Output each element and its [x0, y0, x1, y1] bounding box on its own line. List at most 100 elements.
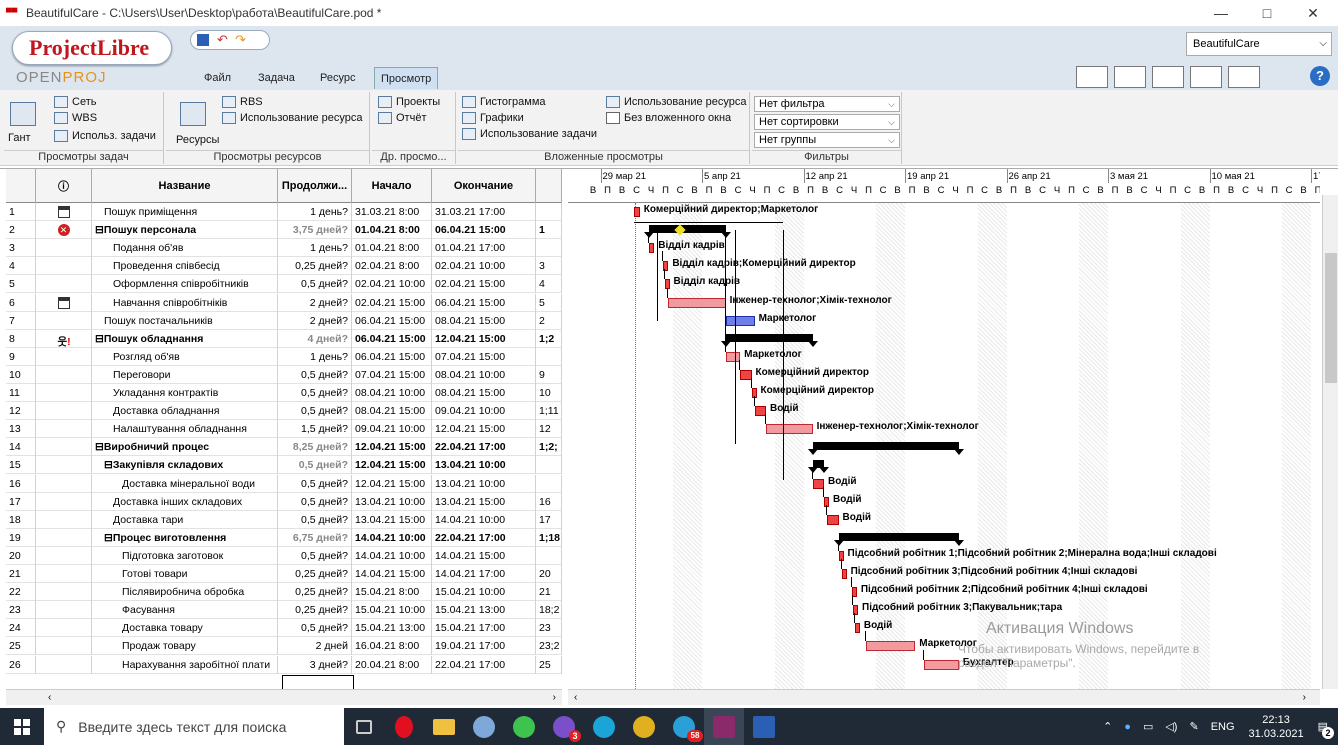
task-name-cell[interactable]: ⊟Пошук персонала	[92, 221, 278, 240]
row-id-cell[interactable]: 17	[6, 492, 36, 511]
task-bar[interactable]	[841, 569, 847, 579]
start-cell[interactable]: 14.04.21 10:00	[352, 546, 432, 565]
row-id-cell[interactable]: 6	[6, 293, 36, 312]
start-cell[interactable]: 31.03.21 8:00	[352, 203, 432, 221]
task-bar[interactable]	[725, 315, 755, 326]
task-name-cell[interactable]: ⊟Процес виготовлення	[92, 528, 278, 547]
table-row[interactable]: 9 Розгляд об'яв 1 день? 06.04.21 15:00 07.04…	[6, 347, 562, 366]
duration-cell[interactable]: 1 день?	[278, 239, 352, 258]
summary-bar[interactable]	[812, 442, 959, 451]
start-cell[interactable]: 20.04.21 8:00	[352, 655, 432, 674]
opera-icon[interactable]	[384, 708, 424, 745]
predecessors-cell[interactable]: 18;2	[536, 601, 562, 620]
predecessors-cell[interactable]: 4	[536, 275, 562, 294]
row-id-cell[interactable]: 21	[6, 565, 36, 583]
table-row[interactable]: 10 Переговори 0,5 дней? 07.04.21 15:00 08.04…	[6, 365, 562, 384]
task-name-cell[interactable]: Підготовка заготовок	[92, 546, 278, 565]
table-row[interactable]: 17 Доставка інших складових 0,5 дней? 13.04…	[6, 492, 562, 511]
table-row[interactable]: 3 Подання об'яв 1 день? 01.04.21 8:00 01.04.…	[6, 239, 562, 258]
table-row[interactable]: 4 Проведення співбесід 0,25 дней? 02.04.21 …	[6, 257, 562, 276]
predecessors-cell[interactable]: 3	[536, 257, 562, 276]
resource-view-icon[interactable]	[1190, 66, 1222, 88]
duration-cell[interactable]: 0,5 дней?	[278, 510, 352, 529]
start-cell[interactable]: 15.04.21 8:00	[352, 583, 432, 602]
summary-bar[interactable]	[648, 225, 726, 234]
indicator-cell[interactable]	[36, 347, 92, 366]
predecessors-cell[interactable]: 1;11	[536, 402, 562, 421]
network-icon[interactable]: ▭	[1143, 720, 1153, 733]
task-bar[interactable]	[866, 641, 916, 652]
predecessors-cell[interactable]: 23;2	[536, 637, 562, 656]
finish-cell[interactable]: 07.04.21 15:00	[432, 347, 536, 366]
finish-cell[interactable]: 08.04.21 10:00	[432, 365, 536, 384]
indicator-cell[interactable]	[36, 420, 92, 439]
finish-cell[interactable]: 22.04.21 17:00	[432, 655, 536, 674]
table-row[interactable]: 6 Навчання співробітніків 2 дней? 02.04.21 …	[6, 293, 562, 312]
summary-bar[interactable]	[725, 333, 813, 342]
start-cell[interactable]: 14.04.21 10:00	[352, 528, 432, 547]
col-finish[interactable]: Окончание	[432, 169, 536, 203]
menu-resource[interactable]: Ресурс	[314, 67, 361, 89]
start-cell[interactable]: 01.04.21 8:00	[352, 221, 432, 240]
indicator-cell[interactable]	[36, 275, 92, 294]
row-id-cell[interactable]: 10	[6, 365, 36, 384]
predecessors-cell[interactable]: 20	[536, 565, 562, 583]
task-name-cell[interactable]: Доставка товару	[92, 619, 278, 638]
finish-cell[interactable]: 31.03.21 17:00	[432, 203, 536, 221]
finish-cell[interactable]: 13.04.21 10:00	[432, 474, 536, 493]
col-name[interactable]: Название	[92, 169, 278, 203]
telegram-icon[interactable]: 58	[664, 708, 704, 745]
col-predecessors[interactable]	[536, 169, 562, 203]
row-id-cell[interactable]: 5	[6, 275, 36, 294]
duration-cell[interactable]: 6,75 дней?	[278, 528, 352, 547]
projects-button[interactable]: Проекты	[378, 96, 440, 108]
duration-cell[interactable]: 0,5 дней?	[278, 384, 352, 402]
predecessors-cell[interactable]: 1;2;	[536, 438, 562, 457]
finish-cell[interactable]: 01.04.21 17:00	[432, 239, 536, 258]
rbs-button[interactable]: RBS	[222, 96, 263, 108]
finish-cell[interactable]: 14.04.21 15:00	[432, 546, 536, 565]
predecessors-cell[interactable]	[536, 474, 562, 493]
row-id-cell[interactable]: 4	[6, 257, 36, 276]
duration-cell[interactable]: 1,5 дней?	[278, 420, 352, 439]
group-select[interactable]: Нет группы ⌵	[754, 132, 900, 148]
gantt-button[interactable]: Гант	[8, 132, 31, 144]
duration-cell[interactable]: 2 дней?	[278, 311, 352, 330]
task-name-cell[interactable]: Доставка обладнання	[92, 402, 278, 421]
task-usage-subview-button[interactable]: Использование задачи	[462, 128, 597, 140]
finish-cell[interactable]: 14.04.21 10:00	[432, 510, 536, 529]
notifications-icon[interactable]: ▤ 2	[1318, 720, 1334, 739]
summary-bar[interactable]	[838, 532, 959, 541]
start-cell[interactable]: 15.04.21 13:00	[352, 619, 432, 638]
task-bar[interactable]	[827, 514, 839, 525]
resource-usage-view-icon[interactable]	[1152, 66, 1184, 88]
collapse-toggle-icon[interactable]: ⊟	[104, 532, 113, 544]
predecessors-cell[interactable]: 1;18	[536, 528, 562, 547]
task-name-cell[interactable]: Пошук приміщення	[92, 203, 278, 221]
task-bar[interactable]	[725, 351, 741, 362]
task-bar[interactable]	[766, 424, 813, 435]
indicator-cell[interactable]	[36, 510, 92, 529]
start-cell[interactable]: 08.04.21 15:00	[352, 402, 432, 421]
task-name-cell[interactable]: Доставка тари	[92, 510, 278, 529]
indicator-cell[interactable]	[36, 637, 92, 656]
indicator-cell[interactable]	[36, 257, 92, 276]
row-id-cell[interactable]: 20	[6, 546, 36, 565]
finish-cell[interactable]: 13.04.21 15:00	[432, 492, 536, 511]
menu-view[interactable]: Просмотр	[374, 67, 439, 89]
row-id-cell[interactable]: 18	[6, 510, 36, 529]
finish-cell[interactable]: 15.04.21 13:00	[432, 601, 536, 620]
col-duration[interactable]: Продолжи...	[278, 169, 352, 203]
table-row[interactable]: 18 Доставка тари 0,5 дней? 13.04.21 15:00 14…	[6, 510, 562, 529]
predecessors-cell[interactable]	[536, 456, 562, 475]
table-row[interactable]: 2 ✕ ⊟Пошук персонала 3,75 дней? 01.04.21 8:0…	[6, 221, 562, 240]
start-cell[interactable]: 06.04.21 15:00	[352, 311, 432, 330]
table-row[interactable]: 26 Нарахування заробітної плати 3 дней? 20.…	[6, 655, 562, 674]
volume-icon[interactable]: ◁)	[1165, 720, 1177, 733]
col-indicators[interactable]: ⓘ	[36, 169, 92, 203]
row-id-cell[interactable]: 15	[6, 456, 36, 475]
table-row[interactable]: 22 Післявиробнича обробка 0,25 дней? 15.04.…	[6, 583, 562, 602]
start-cell[interactable]: 02.04.21 15:00	[352, 293, 432, 312]
table-row[interactable]: 11 Укладання контрактів 0,5 дней? 08.04.21 …	[6, 384, 562, 403]
start-cell[interactable]: 06.04.21 15:00	[352, 347, 432, 366]
